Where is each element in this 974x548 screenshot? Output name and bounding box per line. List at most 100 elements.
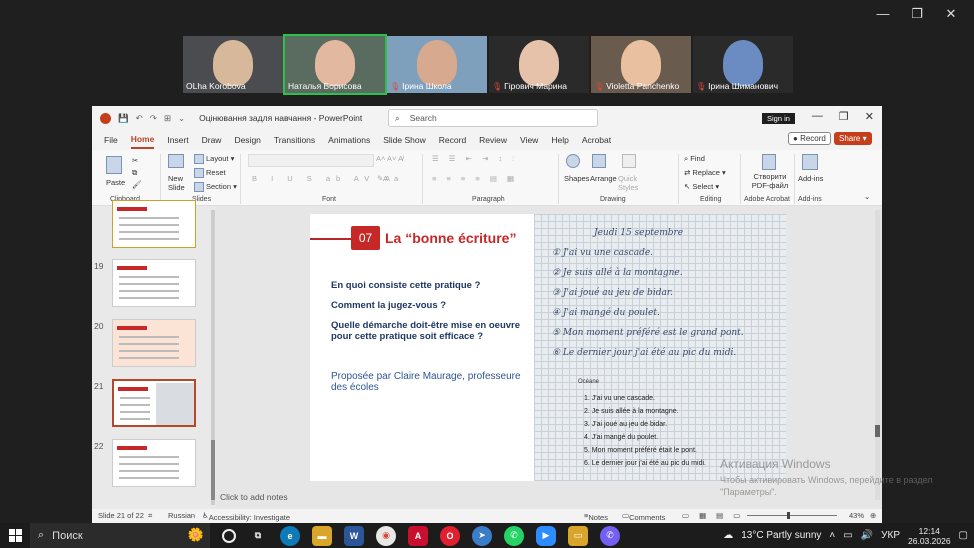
new-slide-button[interactable]: New Slide	[168, 174, 196, 192]
folder-icon[interactable]: ▭	[568, 525, 588, 546]
tab-view[interactable]: View	[520, 132, 538, 148]
quick-styles-button[interactable]: Quick Styles	[618, 174, 644, 192]
weather-text[interactable]: 13°C Partly sunny	[741, 530, 821, 541]
maximize-button[interactable]: ❐	[904, 4, 930, 24]
addins-icon[interactable]	[802, 154, 820, 170]
tab-animations[interactable]: Animations	[328, 132, 370, 148]
participant-tile[interactable]: 🎙 Ірина Шиманович	[693, 36, 793, 93]
file-explorer-icon[interactable]: ▬	[312, 525, 332, 546]
select-button[interactable]: ↖ Select ▾	[684, 182, 719, 191]
word-icon[interactable]: W	[344, 525, 364, 546]
tray-overflow-icon[interactable]: ˄	[829, 530, 835, 541]
redo-icon[interactable]: ↷	[150, 113, 157, 124]
tab-acrobat[interactable]: Acrobat	[582, 132, 611, 148]
shapes-icon[interactable]	[566, 154, 582, 168]
tab-home[interactable]: Home	[130, 131, 155, 149]
undo-icon[interactable]: ↶	[136, 113, 143, 124]
ppt-close-icon[interactable]: ✕	[865, 110, 874, 123]
slide-thumbnail[interactable]	[112, 439, 196, 487]
paste-icon[interactable]	[106, 156, 124, 174]
participant-tile[interactable]: 🎙 Гірович Марина	[489, 36, 589, 93]
list-buttons[interactable]: ☰ ☰ ⇤ ⇥ ↕ ⫶	[432, 154, 518, 164]
network-icon[interactable]: ▭	[843, 530, 852, 541]
cut-icon[interactable]: ✂	[132, 156, 138, 165]
collapse-ribbon-icon[interactable]: ⌄	[864, 192, 870, 201]
search-input[interactable]: ⌕ Search	[388, 109, 598, 127]
format-painter-icon[interactable]: 🖌	[132, 180, 142, 189]
align-buttons[interactable]: ≡ ≡ ≡ ≡ ▤ ▦	[432, 174, 518, 183]
tab-design[interactable]: Design	[234, 132, 260, 148]
viber-icon[interactable]: ✆	[600, 525, 620, 546]
participant-tile[interactable]: Наталья Борисова	[283, 34, 387, 95]
fit-slide-icon[interactable]: ⊕	[870, 511, 876, 520]
find-button[interactable]: ⌕ Find	[684, 154, 705, 164]
language-indicator[interactable]: Russian	[168, 511, 195, 520]
tab-file[interactable]: File	[104, 132, 118, 148]
copy-icon[interactable]: ⧉	[132, 168, 137, 178]
tab-review[interactable]: Review	[479, 132, 507, 148]
font-size-buttons[interactable]: A˄ A˅ A̸	[376, 154, 403, 163]
thumbnail-scrollbar[interactable]	[211, 210, 215, 505]
section-button[interactable]: Section ▾	[194, 182, 237, 193]
customize-icon[interactable]: ⌄	[178, 113, 185, 124]
tab-draw[interactable]: Draw	[202, 132, 222, 148]
tab-slide-show[interactable]: Slide Show	[383, 132, 426, 148]
chrome-icon[interactable]: ◉	[376, 525, 396, 546]
whatsapp-icon[interactable]: ✆	[504, 525, 524, 546]
tab-transitions[interactable]: Transitions	[274, 132, 315, 148]
comments-button[interactable]: ▭ Comments	[622, 511, 665, 522]
sign-in-button[interactable]: Sign in	[762, 113, 795, 124]
volume-icon[interactable]: 🔊	[861, 530, 873, 541]
view-buttons[interactable]: ▭▦▤▭	[682, 511, 750, 520]
task-view-icon[interactable]: ⧉	[248, 526, 268, 546]
create-pdf-button[interactable]: Створити PDF-файл	[750, 172, 790, 190]
ppt-minimize-icon[interactable]: —	[812, 110, 823, 123]
notes-input[interactable]: Click to add notes	[220, 492, 288, 502]
arrange-icon[interactable]	[592, 154, 608, 168]
record-button[interactable]: ● Record	[788, 132, 831, 145]
tab-record[interactable]: Record	[439, 132, 466, 148]
notes-button[interactable]: ≡ Notes	[584, 511, 608, 522]
slide-scrollbar[interactable]	[875, 210, 880, 500]
participant-tile[interactable]: OLha Korobova	[183, 36, 283, 93]
shapes-button[interactable]: Shapes	[564, 174, 589, 183]
taskbar-search[interactable]: ⌕ Поиск 🌼	[30, 523, 210, 548]
tab-insert[interactable]: Insert	[167, 132, 188, 148]
cortana-icon[interactable]	[222, 528, 236, 543]
participant-tile[interactable]: 🎙 Ірина Школа	[387, 36, 487, 93]
present-icon[interactable]: ⊞	[164, 113, 171, 124]
zoom-icon[interactable]: ▶	[536, 525, 556, 546]
font-name-select[interactable]	[248, 154, 374, 167]
paste-button[interactable]: Paste	[106, 178, 125, 187]
slide-thumbnail[interactable]	[112, 379, 196, 427]
addins-button[interactable]: Add-ins	[798, 174, 823, 183]
create-pdf-icon[interactable]	[762, 154, 778, 170]
share-button[interactable]: Share ▾	[834, 132, 872, 145]
minimize-button[interactable]: —	[870, 4, 896, 24]
spellcheck-icon[interactable]: ⌗	[148, 511, 152, 521]
participant-tile[interactable]: 🎙 Violetta Panchenko	[591, 36, 691, 93]
acrobat-icon[interactable]: A	[408, 525, 428, 546]
slide-thumbnail[interactable]	[112, 200, 196, 248]
slide-canvas[interactable]: 07 La “bonne écriture” En quoi consiste …	[310, 214, 786, 481]
reset-button[interactable]: Reset	[194, 168, 226, 179]
clock[interactable]: 12:14 26.03.2026	[908, 526, 951, 546]
arrange-button[interactable]: Arrange	[590, 174, 617, 183]
keyboard-language[interactable]: УКР	[881, 530, 900, 541]
edge-icon[interactable]: e	[280, 525, 300, 546]
zoom-slider[interactable]	[747, 512, 837, 519]
start-button[interactable]	[0, 523, 30, 548]
slide-thumbnail[interactable]	[112, 319, 196, 367]
close-button[interactable]: ✕	[938, 4, 964, 24]
telegram-icon[interactable]: ➤	[472, 525, 492, 546]
new-slide-icon[interactable]	[168, 154, 186, 168]
ppt-restore-icon[interactable]: ❐	[839, 110, 849, 123]
zoom-level[interactable]: 43%	[849, 511, 864, 520]
quick-styles-icon[interactable]	[622, 154, 638, 168]
accessibility-button[interactable]: ♿ Accessibility: Investigate	[202, 511, 290, 522]
replace-button[interactable]: ⇄ Replace ▾	[684, 168, 726, 177]
save-icon[interactable]: 💾	[118, 113, 129, 124]
slide-thumbnail[interactable]	[112, 259, 196, 307]
font-color-buttons[interactable]: ✎ A	[377, 174, 390, 183]
notifications-icon[interactable]: ▢	[959, 530, 968, 541]
